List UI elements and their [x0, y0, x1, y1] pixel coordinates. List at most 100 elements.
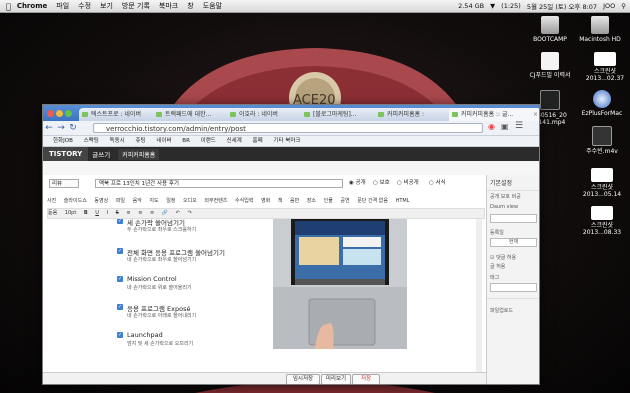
undo-icon[interactable]: ↶ — [176, 210, 180, 216]
menu-app-name[interactable]: Chrome — [17, 2, 47, 10]
bookmark-item[interactable]: BR — [182, 138, 190, 144]
font-select[interactable]: 돋움 — [48, 210, 57, 216]
user-name[interactable]: JOO — [603, 2, 615, 10]
desktop-icon-screenshot-2[interactable]: 스크린샷 2013...05.14 — [572, 168, 630, 198]
date-now-button[interactable]: 현재 — [490, 238, 537, 247]
side-protect-option[interactable]: 보호 — [501, 194, 510, 200]
insert-external-button[interactable]: 외부컨텐츠 — [204, 198, 227, 204]
menu-file[interactable]: 파일 — [56, 1, 69, 11]
desktop-icon-resume[interactable]: CJ푸드빌 이력서 — [520, 52, 580, 79]
bookmark-item[interactable]: 독동시 — [110, 138, 125, 144]
close-tab-icon[interactable]: × — [533, 108, 538, 121]
menu-view[interactable]: 보기 — [100, 1, 113, 11]
strike-icon[interactable]: S — [116, 210, 119, 216]
insert-performance-button[interactable]: 공연 — [340, 198, 349, 204]
menu-bookmarks[interactable]: 북마크 — [159, 1, 178, 11]
publish-button[interactable]: 저장 — [352, 374, 380, 384]
battery-status[interactable]: (1:25) — [501, 2, 521, 10]
insert-map-button[interactable]: 지도 — [149, 198, 158, 204]
forward-icon[interactable]: → — [55, 123, 67, 133]
italic-icon[interactable]: I — [107, 210, 108, 216]
align-right-icon[interactable]: ≡ — [150, 210, 154, 216]
desktop-icon-screenshot-3[interactable]: 스크린샷 2013...08.33 — [572, 206, 630, 236]
close-window-icon[interactable] — [47, 110, 54, 117]
bookmark-item[interactable]: 한화JOB — [53, 138, 73, 144]
tistory-logo[interactable]: TISTORY — [43, 147, 89, 161]
paragraph-spacing-toggle[interactable]: 문단 간격 없음 — [357, 198, 388, 204]
insert-album-button[interactable]: 음반 — [290, 198, 299, 204]
underline-icon[interactable]: U — [95, 210, 99, 216]
align-center-icon[interactable]: ≡ — [138, 210, 142, 216]
side-public-option[interactable]: 공개 — [490, 194, 499, 200]
allow-comments-option[interactable]: ☑ 댓글 허용 — [487, 248, 539, 262]
write-label[interactable]: 글쓰기 — [92, 149, 110, 159]
minimize-window-icon[interactable] — [56, 110, 63, 117]
tab-6-active[interactable]: 커피커피홈홈 :: 글... × — [449, 108, 539, 121]
insert-book-button[interactable]: 책 — [278, 198, 283, 204]
menu-help[interactable]: 도움말 — [203, 1, 222, 11]
insert-video-button[interactable]: 동영상 — [94, 198, 108, 204]
desktop-icon-m4v[interactable]: 주수빈.m4v — [572, 126, 630, 155]
clock[interactable]: 5월 25일 (토) 오후 8:07 — [527, 1, 597, 11]
insert-photo-button[interactable]: 사진 — [47, 198, 56, 204]
apple-icon[interactable]:  — [6, 2, 11, 11]
extension-icon[interactable]: ▣ — [501, 122, 509, 131]
insert-slideshow-button[interactable]: 슬라이드쇼 — [64, 198, 87, 204]
editor-scrollbar[interactable] — [476, 219, 482, 372]
insert-schedule-button[interactable]: 일정 — [166, 198, 175, 204]
bookmark-item[interactable]: 네이버 — [156, 138, 171, 144]
menu-history[interactable]: 방문 기록 — [122, 1, 150, 11]
menu-edit[interactable]: 수정 — [78, 1, 91, 11]
insert-person-button[interactable]: 인물 — [324, 198, 333, 204]
preview-button[interactable]: 미리보기 — [321, 374, 351, 384]
radio-protected[interactable]: ○ 보호 — [373, 179, 390, 188]
spotlight-icon[interactable]: ⚲ — [621, 2, 626, 10]
daum-view-select[interactable] — [490, 214, 537, 223]
align-left-icon[interactable]: ≡ — [126, 210, 130, 216]
save-draft-button[interactable]: 임시저장 — [286, 374, 320, 384]
tab-4[interactable]: [블로그마케팅]... × — [301, 108, 385, 121]
bookmark-item[interactable]: 기타 북마크 — [273, 138, 300, 144]
bookmark-item[interactable]: 홈페 — [253, 138, 263, 144]
bookmark-item[interactable]: 스펙팅 — [84, 138, 99, 144]
bookmark-item[interactable]: 신세계 — [227, 138, 242, 144]
blog-selector[interactable]: 커피커피홈홈 — [118, 148, 160, 160]
side-private-option[interactable]: 비공 — [512, 194, 521, 200]
wifi-icon[interactable]: ▼ — [490, 2, 495, 10]
insert-place-button[interactable]: 장소 — [307, 198, 316, 204]
radio-template[interactable]: ○ 서식 — [429, 179, 446, 188]
zoom-window-icon[interactable] — [65, 110, 72, 117]
tab-3[interactable]: 이호라 : 네이버 × — [227, 108, 311, 121]
memory-status[interactable]: 2.54 GB — [458, 2, 484, 10]
desktop-icon-macintosh-hd[interactable]: Macintosh HD — [570, 16, 630, 43]
category-select[interactable]: 리뷰 — [49, 179, 79, 188]
desktop-icon-screenshot-1[interactable]: 스크린샷 2013...02.37 — [575, 52, 630, 82]
tag-input[interactable] — [490, 283, 537, 292]
insert-file-button[interactable]: 파일 — [116, 198, 125, 204]
insert-audio-button[interactable]: 오디오 — [183, 198, 197, 204]
radio-private[interactable]: ○ 비공개 — [397, 179, 419, 188]
menu-window[interactable]: 창 — [187, 1, 193, 11]
insert-formula-button[interactable]: 수식입력 — [235, 198, 253, 204]
menu-icon[interactable]: ☰ — [515, 121, 523, 131]
redo-icon[interactable]: ↷ — [187, 210, 191, 216]
reload-icon[interactable]: ↻ — [67, 123, 79, 133]
radio-public[interactable]: ◉ 공개 — [349, 179, 366, 188]
back-icon[interactable]: ← — [43, 123, 55, 133]
bookmark-item[interactable]: 쥬팅 — [135, 138, 145, 144]
adblock-icon[interactable]: ◉ — [488, 122, 495, 131]
insert-movie-button[interactable]: 영화 — [261, 198, 270, 204]
desktop-icon-ezplus[interactable]: EzPlusForMac — [572, 90, 630, 117]
post-body[interactable]: ✓ 세 손가락 쓸어넘기기 두 손가락으로 좌우로 스크롤하기 ✓ 전체 화면 … — [47, 219, 483, 372]
bold-icon[interactable]: B — [84, 210, 88, 216]
tab-5[interactable]: 커피커피홈홈 : × — [375, 108, 459, 121]
post-title-input[interactable]: 맥북 프로 13인치 1년간 사용 후기 — [95, 179, 343, 188]
font-size-select[interactable]: 10pt — [65, 210, 77, 216]
daum-view-label[interactable]: Daum view — [487, 202, 539, 212]
bookmark-item[interactable]: 이랜드 — [201, 138, 216, 144]
tab-2[interactable]: 트랙패드에 대한... × — [153, 108, 237, 121]
tab-1[interactable]: 텍스트프로 : 네이버 × — [79, 108, 163, 121]
address-bar[interactable]: verrocchio.tistory.com/admin/entry/post — [93, 123, 483, 133]
link-icon[interactable]: 🔗 — [162, 210, 168, 216]
insert-music-button[interactable]: 음악 — [133, 198, 142, 204]
